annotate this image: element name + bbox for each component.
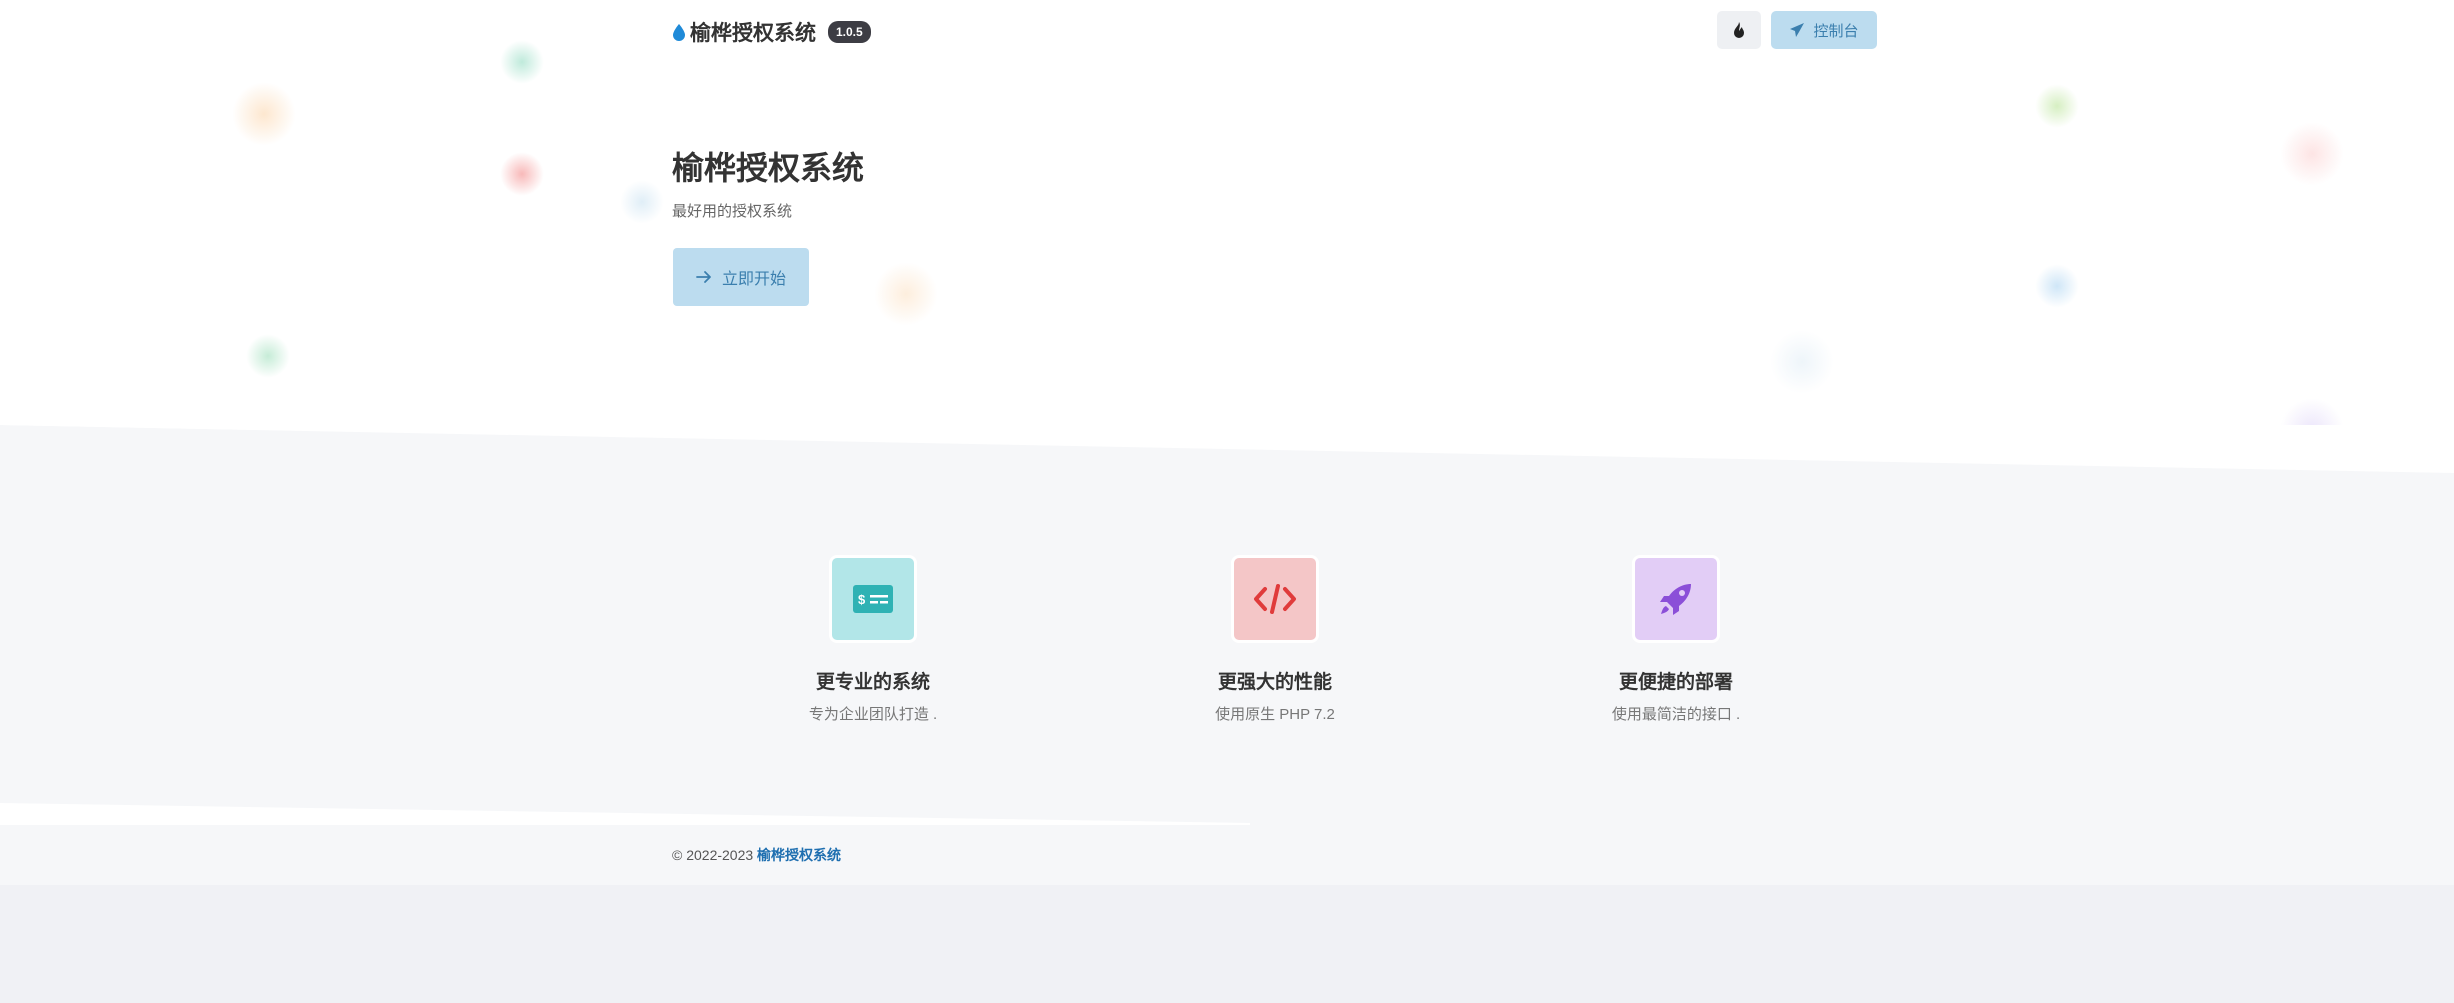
feature-icon-box bbox=[1632, 555, 1720, 643]
page-title: 榆桦授权系统 bbox=[672, 150, 865, 186]
code-icon bbox=[1254, 584, 1296, 614]
get-started-label: 立即开始 bbox=[721, 271, 786, 288]
license-card-icon: $ bbox=[853, 585, 893, 613]
decor-dot bbox=[232, 82, 296, 146]
feature-description: 使用原生 PHP 7.2 bbox=[1215, 706, 1335, 723]
footer-site-link[interactable]: 榆桦授权系统 bbox=[757, 847, 841, 863]
decor-dot bbox=[2280, 122, 2344, 186]
hero-background bbox=[0, 0, 2454, 480]
decor-dot bbox=[2035, 264, 2079, 308]
feature-title: 更专业的系统 bbox=[815, 672, 930, 693]
console-label: 控制台 bbox=[1813, 22, 1859, 40]
copyright: © 2022-2023 榆桦授权系统 bbox=[672, 845, 841, 865]
feature-title: 更强大的性能 bbox=[1217, 672, 1332, 693]
site-title: 榆桦授权系统 bbox=[690, 22, 816, 45]
feature-description: 使用最简洁的接口 . bbox=[1611, 706, 1741, 723]
send-icon bbox=[1790, 23, 1805, 37]
feature-card: 更便捷的部署 使用最简洁的接口 . bbox=[1526, 555, 1826, 724]
feature-card: $ 更专业的系统 专为企业团队打造 . bbox=[723, 555, 1023, 724]
section-divider-bottom bbox=[0, 803, 1250, 825]
theme-toggle-button[interactable] bbox=[1717, 11, 1761, 49]
svg-text:$: $ bbox=[858, 592, 866, 607]
feature-icon-box: $ bbox=[829, 555, 917, 643]
hero-subtitle: 最好用的授权系统 bbox=[672, 203, 793, 220]
drop-icon bbox=[673, 24, 685, 41]
feature-card: 更强大的性能 使用原生 PHP 7.2 bbox=[1125, 555, 1425, 724]
decor-dot bbox=[1770, 330, 1834, 394]
rocket-icon bbox=[1660, 584, 1691, 615]
decor-dot bbox=[620, 180, 664, 224]
get-started-button[interactable]: 立即开始 bbox=[673, 248, 809, 306]
console-button[interactable]: 控制台 bbox=[1771, 11, 1877, 49]
decor-dot bbox=[500, 152, 544, 196]
decor-dot bbox=[874, 262, 938, 326]
decor-dot bbox=[500, 40, 544, 84]
feature-title: 更便捷的部署 bbox=[1618, 672, 1733, 693]
fire-icon bbox=[1734, 22, 1744, 38]
section-divider-top bbox=[0, 425, 2454, 475]
decor-dot bbox=[2035, 84, 2079, 128]
version-badge: 1.0.5 bbox=[828, 21, 871, 43]
feature-description: 专为企业团队打造 . bbox=[808, 706, 938, 723]
site-logo[interactable]: 榆桦授权系统 1.0.5 bbox=[672, 17, 871, 47]
copyright-text: © 2022-2023 bbox=[672, 847, 754, 863]
arrow-right-icon bbox=[696, 271, 711, 283]
feature-icon-box bbox=[1231, 555, 1319, 643]
decor-dot bbox=[246, 334, 290, 378]
